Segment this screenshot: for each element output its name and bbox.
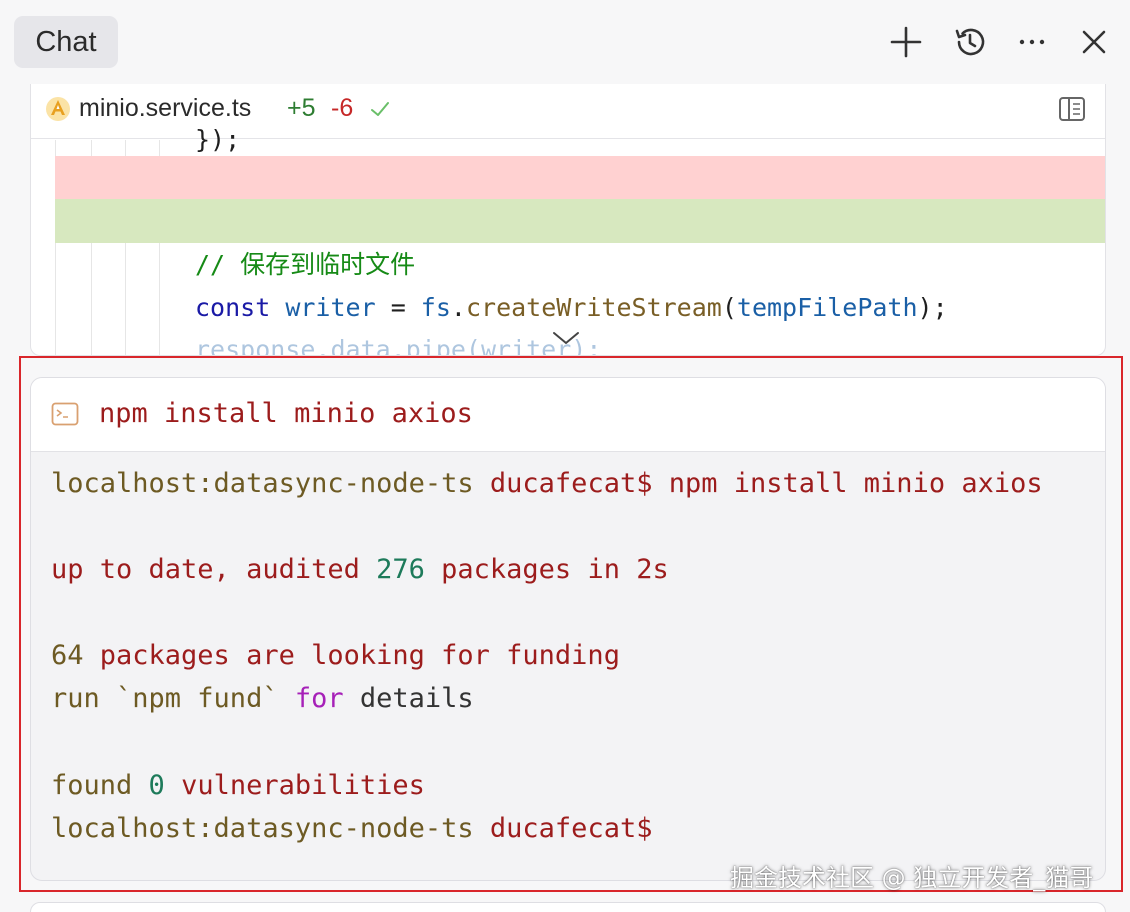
chat-header: Chat (0, 0, 1130, 84)
watermark: 掘金技术社区 @ 独立开发者_猫哥 (730, 864, 1094, 892)
check-icon (371, 102, 389, 116)
next-card (30, 902, 1106, 912)
terminal-icon (51, 402, 79, 426)
chevron-down-icon[interactable] (551, 328, 581, 348)
angular-file-icon (46, 97, 70, 121)
code-line-writer: const writer = fs.createWriteStream(temp… (195, 293, 948, 322)
close-icon[interactable] (1074, 22, 1114, 62)
code-line-comment: // 保存到临时文件 (195, 250, 416, 279)
side-panel-icon[interactable] (1057, 94, 1087, 124)
code-line: }); (195, 125, 241, 154)
history-icon[interactable] (950, 22, 990, 62)
more-icon[interactable] (1012, 22, 1052, 62)
terminal-output: localhost:datasync-node-ts ducafecat$ np… (51, 468, 1085, 868)
added-line (55, 199, 1105, 243)
terminal-line: found 0 vulnerabilities (51, 770, 425, 801)
terminal-line: up to date, audited 276 packages in 2s (51, 554, 669, 585)
terminal-card: npm install minio axios localhost:datasy… (30, 377, 1106, 881)
deletions-count: -6 (331, 94, 354, 122)
terminal-line: localhost:datasync-node-ts ducafecat$ np… (51, 468, 1043, 499)
diff-header[interactable]: minio.service.ts +5 -6 (31, 84, 1105, 139)
terminal-command: npm install minio axios (99, 398, 473, 429)
plus-icon[interactable] (886, 22, 926, 62)
diff-code-area: }); // 保存到临时文件 const writer = fs.createW… (31, 125, 1105, 356)
additions-count: +5 (287, 94, 316, 122)
terminal-header[interactable]: npm install minio axios (31, 378, 1105, 452)
code-line-faded: response.data.pipe(writer); (195, 335, 602, 356)
terminal-line: localhost:datasync-node-ts ducafecat$ (51, 813, 653, 844)
terminal-line: run `npm fund` for details (51, 683, 474, 714)
deleted-line (55, 156, 1105, 199)
tab-chat[interactable]: Chat (14, 16, 118, 68)
terminal-line: 64 packages are looking for funding (51, 640, 620, 671)
code-diff-card: minio.service.ts +5 -6 }); // 保存到临时文件 co… (30, 84, 1106, 356)
